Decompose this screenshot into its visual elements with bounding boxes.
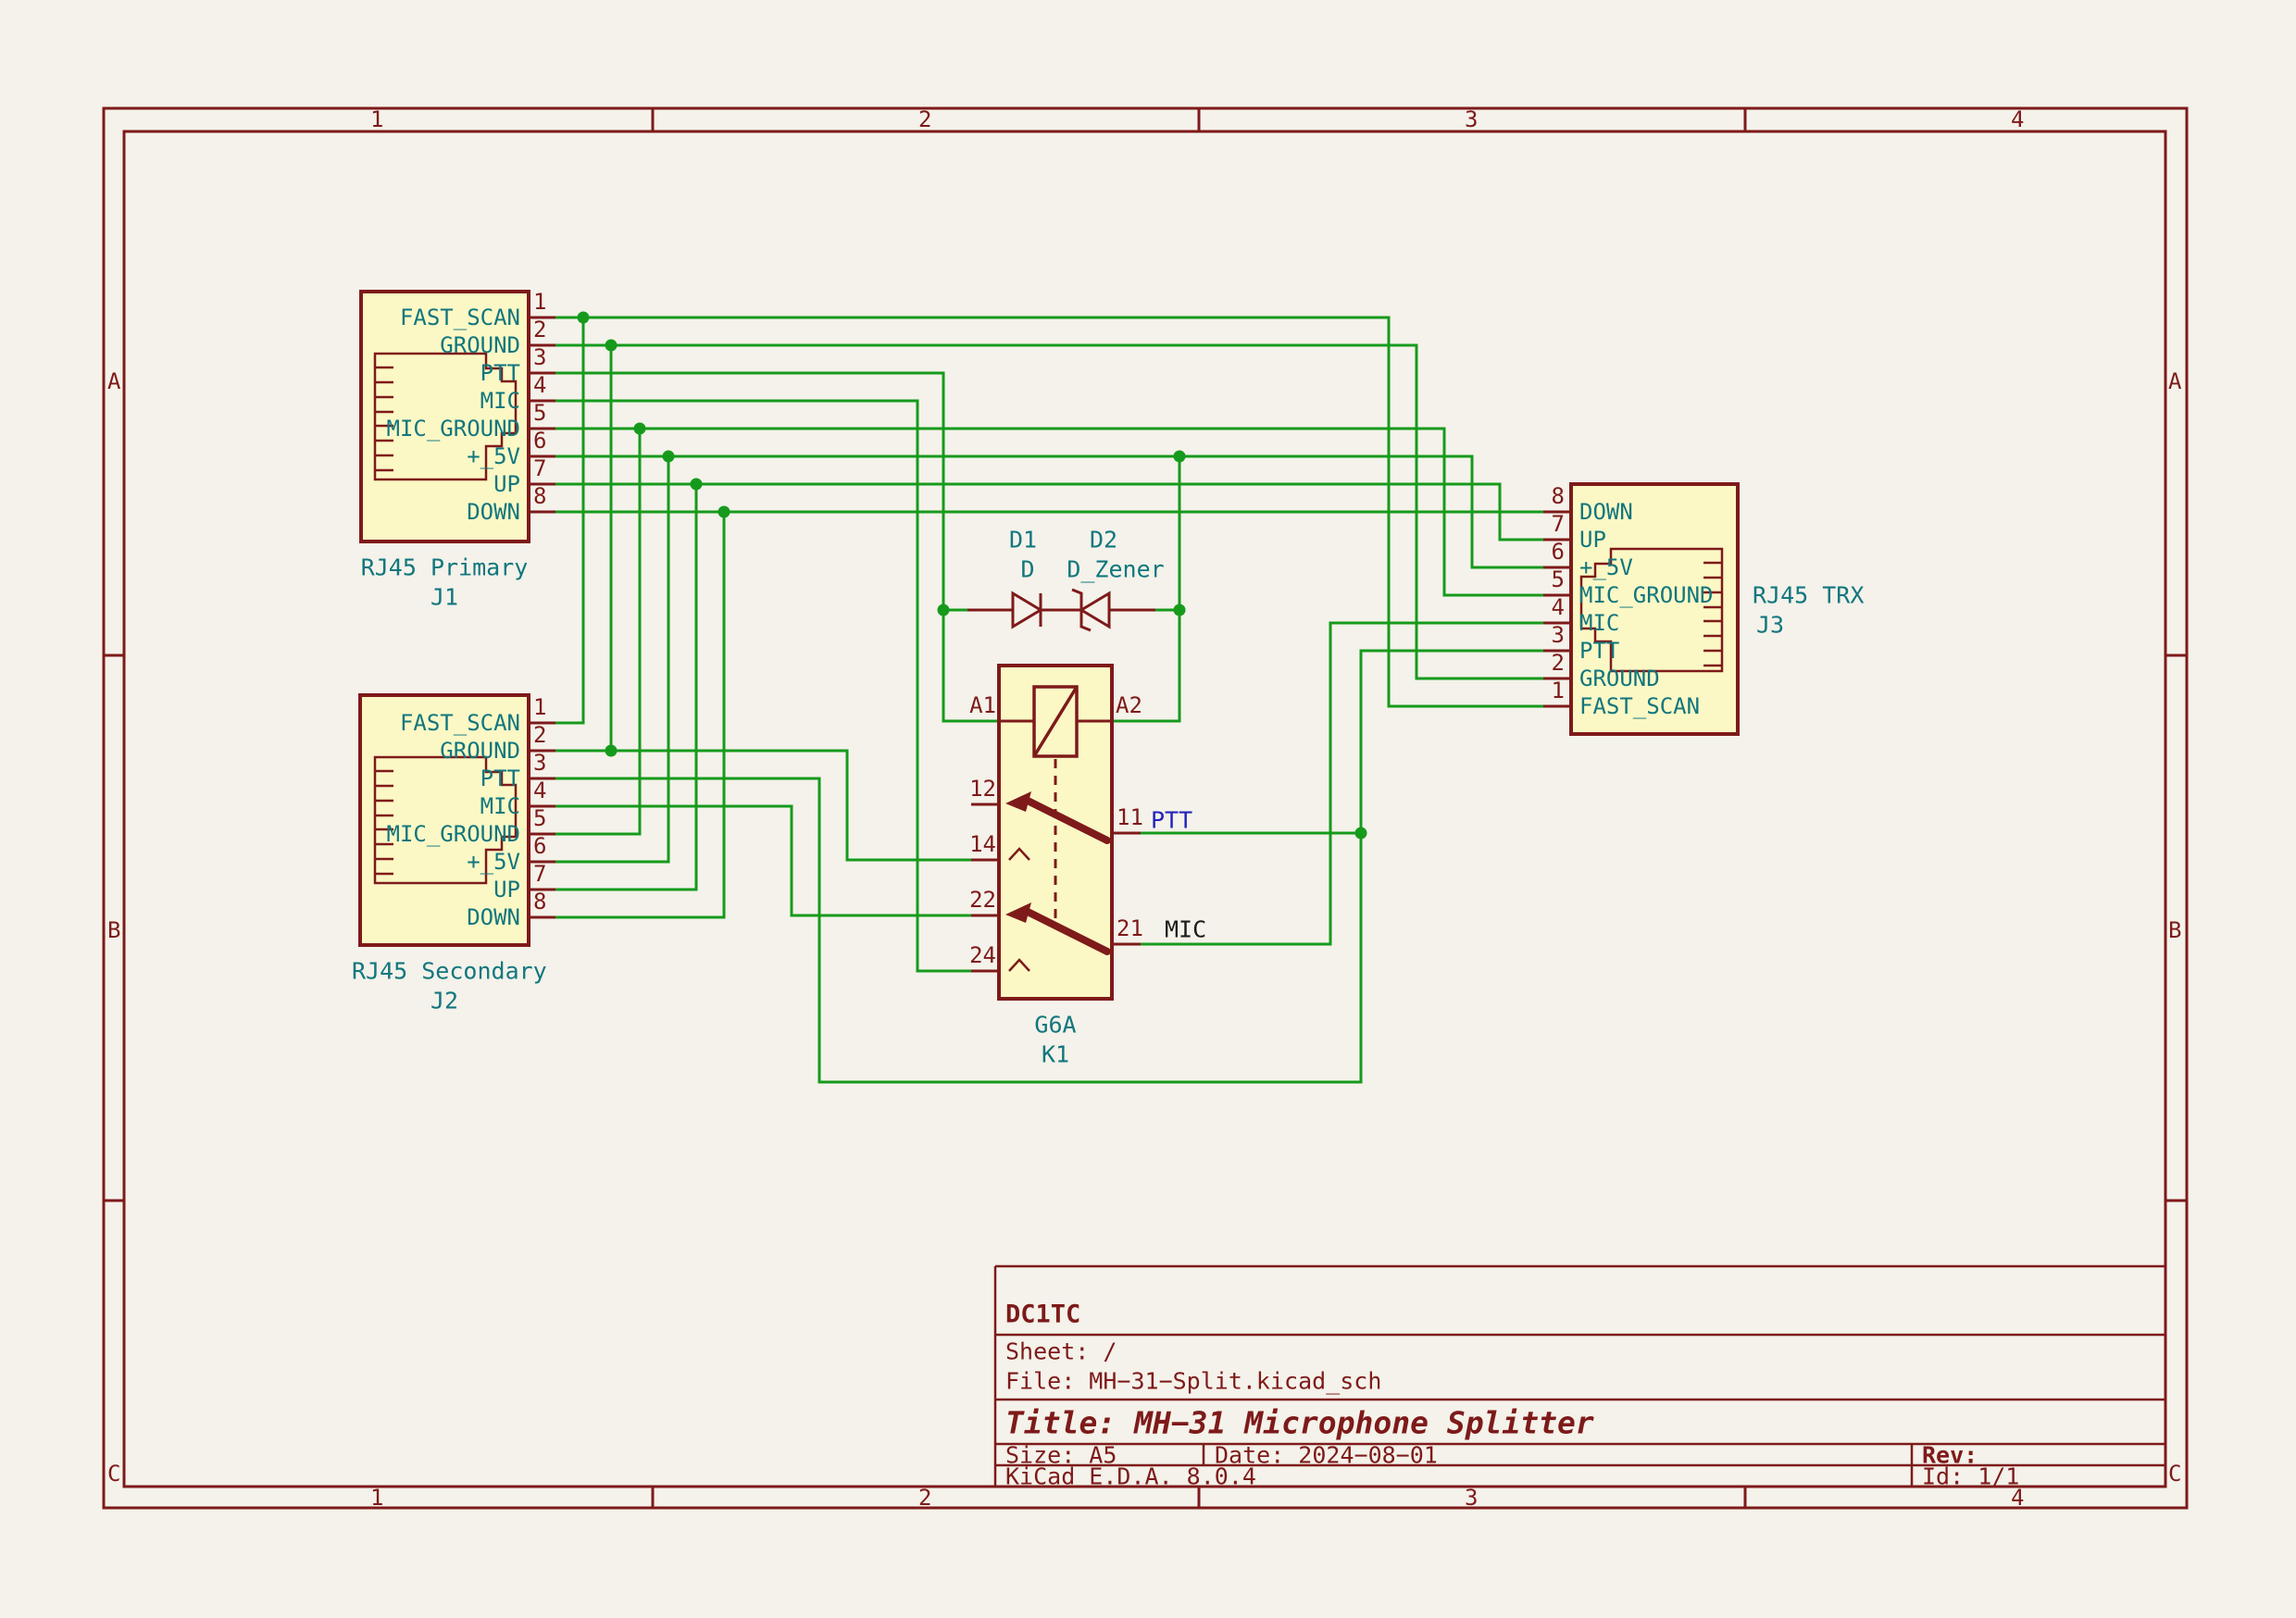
k1-pin-24: 24 [935, 944, 996, 966]
j3-pin-name: PTT [1579, 640, 1619, 662]
j2-pin-name: DOWN [365, 906, 520, 928]
j1-pin-name: MIC_GROUND [365, 417, 520, 440]
j3-pin-name: GROUND [1579, 667, 1660, 690]
j1-pin-number: 2 [533, 318, 546, 341]
diode-d1-symbol[interactable] [967, 593, 1081, 627]
titleblock-sheet: Sheet: / [1005, 1340, 1117, 1363]
net-label-ptt[interactable]: PTT [1151, 809, 1192, 832]
j3-pin-name: UP [1579, 529, 1606, 551]
j3-pin-name: MIC_GROUND [1579, 584, 1714, 606]
j3-pin-name: +_5V [1579, 556, 1633, 579]
k1-pin-14: 14 [935, 833, 996, 855]
frame-col-label: 2 [918, 108, 931, 131]
frame-row-label: C [2168, 1462, 2181, 1485]
j1-value[interactable]: RJ45 Primary [360, 556, 529, 579]
j3-pin-name: FAST_SCAN [1579, 695, 1700, 717]
j2-pin-number: 2 [533, 724, 546, 746]
j2-pin-name: MIC_GROUND [365, 823, 520, 845]
j2-pin-name: MIC [365, 795, 520, 817]
k1-pin-11: 11 [1117, 806, 1143, 828]
j3-pin-number: 3 [1518, 624, 1565, 646]
frame-col-label: 1 [370, 1487, 383, 1509]
titleblock-file: File: MH−31−Split.kicad_sch [1005, 1370, 1381, 1393]
j1-pin-number: 1 [533, 291, 546, 313]
j2-pin-name: FAST_SCAN [365, 712, 520, 734]
k1-reference[interactable]: K1 [1000, 1043, 1111, 1066]
titleblock-company: DC1TC [1005, 1302, 1080, 1327]
frame-row-label: A [2168, 370, 2181, 392]
frame-row-label: B [2168, 919, 2181, 941]
j3-pin-number: 8 [1518, 485, 1565, 507]
j3-pin-number: 6 [1518, 541, 1565, 563]
j2-pin-name: GROUND [365, 740, 520, 762]
d2-reference[interactable]: D2 [1076, 529, 1131, 552]
j2-pin-number: 5 [533, 807, 546, 829]
j1-pin-number: 3 [533, 346, 546, 368]
j1-pin-number: 4 [533, 374, 546, 396]
j2-pin-name: +_5V [365, 851, 520, 873]
k1-pin-21: 21 [1117, 917, 1143, 940]
j1-pin-number: 6 [533, 429, 546, 452]
j2-reference[interactable]: J2 [352, 989, 537, 1013]
j1-pin-name: UP [365, 473, 520, 495]
j1-pin-number: 5 [533, 402, 546, 424]
j2-pin-number: 6 [533, 835, 546, 857]
k1-value[interactable]: G6A [1000, 1014, 1111, 1037]
j1-reference[interactable]: J1 [360, 586, 529, 609]
j2-value[interactable]: RJ45 Secondary [352, 960, 537, 983]
j2-pin-number: 4 [533, 779, 546, 802]
j3-pin-number: 1 [1518, 679, 1565, 702]
j2-pin-number: 7 [533, 863, 546, 885]
k1-pin-22: 22 [935, 889, 996, 911]
j3-pin-number: 7 [1518, 513, 1565, 535]
k1-pin-12: 12 [935, 778, 996, 800]
j1-pin-name: +_5V [365, 445, 520, 467]
frame-row-label: C [107, 1462, 120, 1485]
k1-pin-a2: A2 [1116, 694, 1142, 716]
j1-pin-number: 7 [533, 457, 546, 479]
d2-value[interactable]: D_Zener [1065, 558, 1167, 581]
j3-pin-number: 5 [1518, 568, 1565, 591]
j1-pin-name: PTT [365, 362, 520, 384]
j2-pin-number: 8 [533, 890, 546, 913]
titleblock-id: Id: 1/1 [1922, 1465, 2019, 1488]
j1-pin-name: DOWN [365, 501, 520, 523]
j1-pin-name: GROUND [365, 334, 520, 356]
j3-pin-name: DOWN [1579, 501, 1633, 523]
j3-pin-name: MIC [1579, 612, 1619, 634]
j2-pin-name: UP [365, 878, 520, 901]
j3-pin-number: 2 [1518, 652, 1565, 674]
j2-pin-number: 1 [533, 696, 546, 718]
j3-reference[interactable]: J3 [1756, 614, 1784, 637]
j1-pin-name: MIC [365, 390, 520, 412]
titleblock-title: Title: MH−31 Microphone Splitter [1005, 1408, 1594, 1438]
j1-pin-number: 8 [533, 485, 546, 507]
d1-value[interactable]: D [1004, 558, 1051, 581]
j2-pin-name: PTT [365, 767, 520, 790]
frame-col-label: 2 [918, 1487, 931, 1509]
frame-col-label: 1 [370, 108, 383, 131]
j3-value[interactable]: RJ45 TRX [1753, 584, 1864, 607]
frame-row-label: A [107, 370, 120, 392]
j1-pin-name: FAST_SCAN [365, 306, 520, 329]
k1-pin-a1: A1 [952, 694, 996, 716]
j3-pin-number: 4 [1518, 596, 1565, 618]
diode-d2-symbol[interactable] [1072, 590, 1155, 630]
frame-col-label: 4 [2011, 108, 2024, 131]
frame-col-label: 4 [2011, 1487, 2024, 1509]
frame-col-label: 3 [1465, 108, 1478, 131]
j2-pin-number: 3 [533, 752, 546, 774]
titleblock-app: KiCad E.D.A. 8.0.4 [1005, 1465, 1256, 1488]
frame-col-label: 3 [1465, 1487, 1478, 1509]
d1-reference[interactable]: D1 [995, 529, 1051, 552]
schematic-sheet: 1 2 3 4 1 2 3 4 A B C A B C FAST_SCAN GR… [0, 0, 2296, 1618]
frame-row-label: B [107, 919, 120, 941]
net-label-mic[interactable]: MIC [1165, 918, 1206, 941]
